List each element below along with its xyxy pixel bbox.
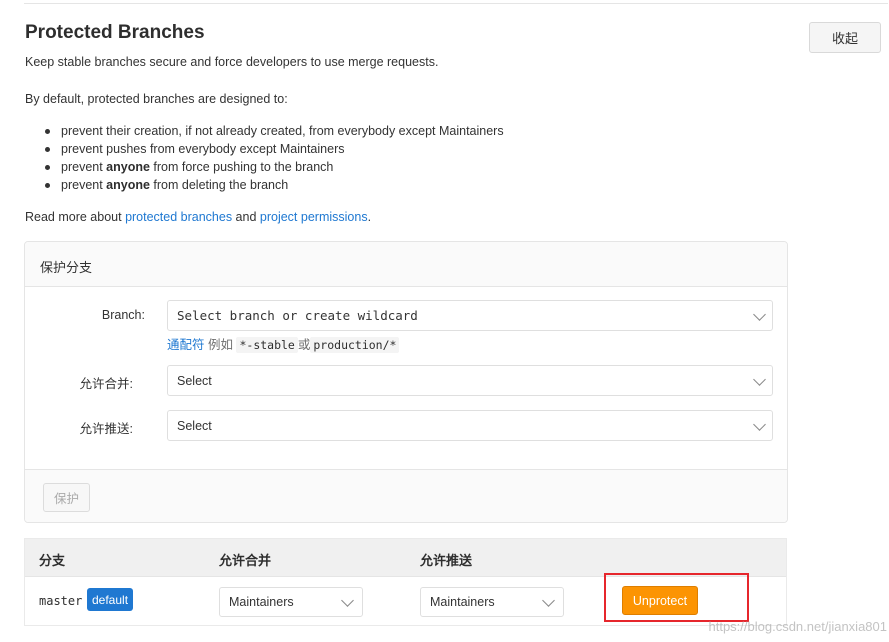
push-select-value: Select: [177, 419, 212, 433]
protected-branches-link[interactable]: protected branches: [125, 210, 232, 224]
row-push-value: Maintainers: [430, 595, 495, 609]
table-header: 分支 允许合并 允许推送: [25, 539, 786, 577]
protect-branch-panel: 保护分支 Branch: Select branch or create wil…: [24, 241, 788, 523]
annotation-highlight-box: [604, 573, 749, 622]
chevron-down-icon: [753, 418, 766, 431]
branch-select-placeholder: Select branch or create wildcard: [177, 308, 418, 323]
rule-item: prevent pushes from everybody except Mai…: [45, 142, 504, 160]
rule-item: prevent anyone from force pushing to the…: [45, 160, 504, 178]
intro-text: By default, protected branches are desig…: [25, 92, 288, 106]
page-subtitle: Keep stable branches secure and force de…: [25, 55, 439, 69]
hint-code-production: production/*: [310, 337, 400, 353]
row-merge-select[interactable]: Maintainers: [219, 587, 363, 617]
read-more-text: Read more about protected branches and p…: [25, 210, 372, 224]
column-header-branch: 分支: [39, 553, 66, 568]
rule-item: prevent their creation, if not already c…: [45, 124, 504, 142]
merge-select-value: Select: [177, 374, 212, 388]
chevron-down-icon: [341, 594, 354, 607]
chevron-down-icon: [542, 594, 555, 607]
protect-button[interactable]: 保护: [43, 483, 90, 512]
push-access-select[interactable]: Select: [167, 410, 773, 441]
top-divider: [24, 3, 888, 4]
branch-select[interactable]: Select branch or create wildcard: [167, 300, 773, 331]
merge-label: 允许合并:: [79, 377, 133, 391]
rules-list: prevent their creation, if not already c…: [45, 124, 504, 196]
watermark: https://blog.csdn.net/jianxia801: [708, 619, 887, 634]
row-merge-value: Maintainers: [229, 595, 294, 609]
wildcard-link[interactable]: 通配符: [167, 338, 205, 352]
panel-header: 保护分支: [25, 242, 787, 287]
page-title: Protected Branches: [25, 22, 205, 43]
column-header-merge: 允许合并: [219, 553, 272, 568]
hint-code-stable: *-stable: [236, 337, 298, 353]
merge-access-select[interactable]: Select: [167, 365, 773, 396]
panel-footer: 保护: [25, 469, 787, 522]
branch-label: Branch:: [101, 308, 145, 322]
push-label: 允许推送:: [79, 422, 133, 436]
wildcard-hint: 通配符 例如 *-stable 或 production/*: [167, 334, 400, 353]
collapse-button[interactable]: 收起: [809, 22, 881, 53]
rule-item: prevent anyone from deleting the branch: [45, 178, 504, 196]
chevron-down-icon: [753, 373, 766, 386]
chevron-down-icon: [753, 308, 766, 321]
project-permissions-link[interactable]: project permissions: [260, 210, 368, 224]
default-badge: default: [87, 588, 134, 611]
branch-name: master: [39, 594, 83, 608]
row-push-select[interactable]: Maintainers: [420, 587, 564, 617]
column-header-push: 允许推送: [420, 553, 473, 568]
panel-title: 保护分支: [40, 260, 93, 275]
